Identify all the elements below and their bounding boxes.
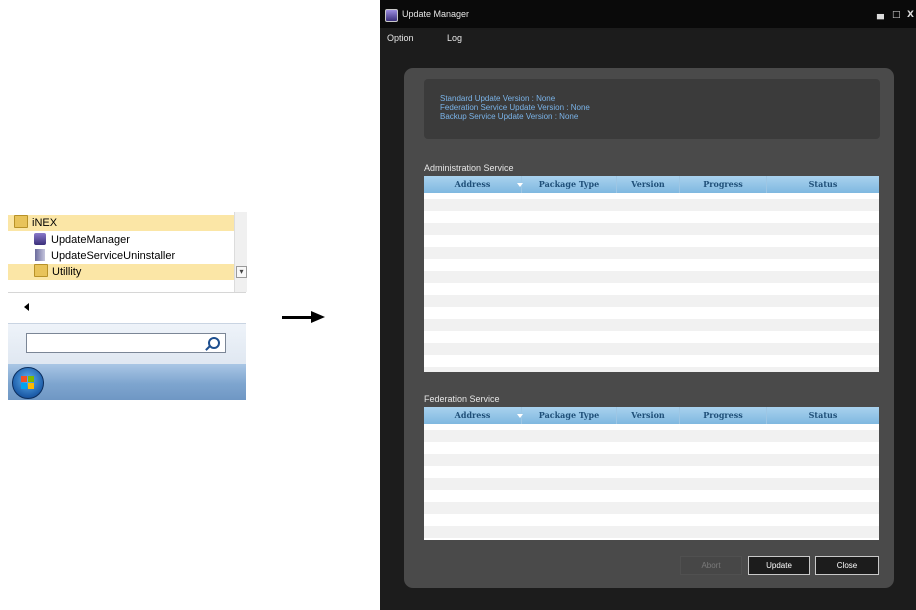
update-button[interactable]: Update [748, 556, 810, 575]
table-row [424, 199, 879, 211]
column-package-type[interactable]: Package Type [522, 407, 617, 424]
table-header: Address Package Type Version Progress St… [424, 176, 879, 193]
app-icon [385, 9, 398, 22]
update-manager-window: Update Manager ▄ □ X Option Log Standard… [380, 0, 916, 610]
menu-item-updateserviceuninstaller[interactable]: UpdateServiceUninstaller [8, 248, 175, 264]
table-row [424, 247, 879, 259]
search-icon[interactable] [208, 337, 220, 349]
menu-bar: Option Log [380, 28, 916, 48]
menu-item-label: UpdateManager [51, 234, 130, 246]
table-row [424, 538, 879, 540]
start-button[interactable] [12, 367, 44, 399]
table-row [424, 223, 879, 235]
title-bar[interactable]: Update Manager ▄ □ X [380, 0, 916, 28]
column-version[interactable]: Version [617, 407, 680, 424]
menu-option[interactable]: Option [387, 33, 414, 43]
table-row [424, 271, 879, 283]
backup-update-version: Backup Service Update Version : None [440, 112, 579, 121]
taskbar [8, 364, 246, 400]
table-row [424, 466, 879, 478]
back-arrow-icon [24, 303, 29, 311]
table-row [424, 307, 879, 319]
windows-logo-icon [21, 376, 35, 390]
menu-item-label: iNEX [32, 217, 58, 229]
maximize-button[interactable]: □ [892, 11, 901, 20]
flow-arrow-line [282, 316, 312, 319]
table-row [424, 478, 879, 490]
table-row [424, 502, 879, 514]
column-address[interactable]: Address [424, 176, 522, 193]
menu-item-label: UpdateServiceUninstaller [51, 250, 176, 262]
column-progress[interactable]: Progress [680, 176, 767, 193]
minimize-button[interactable]: ▄ [877, 11, 884, 20]
table-row [424, 526, 879, 538]
table-row [424, 514, 879, 526]
table-row [424, 355, 879, 367]
main-panel: Standard Update Version : None Federatio… [404, 68, 894, 588]
column-version[interactable]: Version [617, 176, 680, 193]
abort-button[interactable]: Abort [680, 556, 742, 575]
administration-service-table[interactable]: Address Package Type Version Progress St… [424, 176, 879, 372]
table-row [424, 367, 879, 372]
table-row [424, 442, 879, 454]
menu-log[interactable]: Log [447, 33, 462, 43]
column-status[interactable]: Status [767, 176, 879, 193]
federation-service-label: Federation Service [424, 394, 500, 404]
table-row [424, 430, 879, 442]
column-status[interactable]: Status [767, 407, 879, 424]
close-button[interactable]: Close [815, 556, 879, 575]
federation-update-version: Federation Service Update Version : None [440, 103, 590, 112]
scroll-down-icon[interactable]: ▾ [236, 266, 247, 278]
table-row [424, 454, 879, 466]
standard-update-version: Standard Update Version : None [440, 94, 556, 103]
search-input[interactable] [26, 333, 226, 353]
uninstaller-icon [35, 249, 45, 261]
table-row [424, 235, 879, 247]
window-title: Update Manager [402, 9, 470, 19]
version-info-box: Standard Update Version : None Federatio… [424, 79, 880, 139]
close-window-button[interactable]: X [907, 11, 914, 20]
menu-item-inex[interactable]: iNEX [8, 215, 234, 231]
back-button[interactable] [8, 293, 246, 323]
table-row [424, 490, 879, 502]
table-row [424, 295, 879, 307]
administration-service-label: Administration Service [424, 163, 514, 173]
table-row [424, 319, 879, 331]
table-row [424, 343, 879, 355]
table-row [424, 259, 879, 271]
update-manager-icon [34, 233, 46, 245]
table-row [424, 283, 879, 295]
table-header: Address Package Type Version Progress St… [424, 407, 879, 424]
menu-item-label: Utillity [52, 266, 82, 278]
federation-service-table[interactable]: Address Package Type Version Progress St… [424, 407, 879, 540]
menu-item-utility[interactable]: Utillity [8, 264, 234, 280]
menu-item-updatemanager[interactable]: UpdateManager [8, 232, 130, 248]
search-bar [8, 323, 246, 366]
table-row [424, 211, 879, 223]
folder-icon [14, 215, 28, 228]
folder-icon [34, 264, 48, 277]
start-menu: iNEX UpdateManager UpdateServiceUninstal… [8, 212, 247, 400]
column-package-type[interactable]: Package Type [522, 176, 617, 193]
list-scrollbar[interactable]: ▾ [234, 212, 247, 292]
table-row [424, 331, 879, 343]
flow-arrow-head-icon [311, 311, 325, 323]
program-list: iNEX UpdateManager UpdateServiceUninstal… [8, 212, 247, 292]
column-address[interactable]: Address [424, 407, 522, 424]
column-progress[interactable]: Progress [680, 407, 767, 424]
